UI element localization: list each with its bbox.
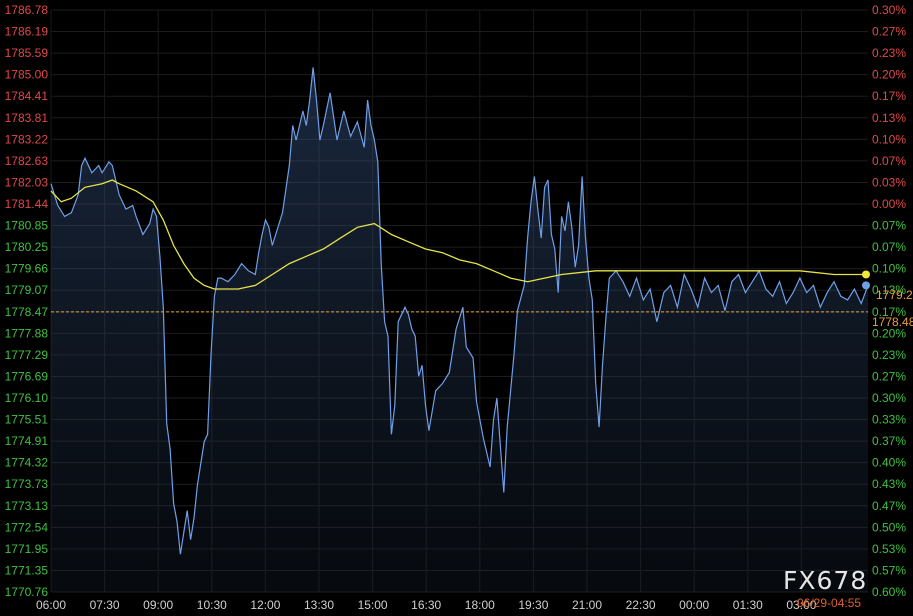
y-tick-label-right: 0.17%: [872, 89, 906, 103]
y-tick-label-left: 1777.29: [5, 348, 49, 362]
x-tick-label: 00:00: [679, 598, 709, 612]
y-tick-label-right: 0.07%: [872, 154, 906, 168]
y-tick-label-right: 0.23%: [872, 46, 906, 60]
y-tick-label-right: 0.13%: [872, 111, 906, 125]
y-tick-label-left: 1772.54: [5, 520, 49, 534]
y-tick-label-right: 0.10%: [872, 262, 906, 276]
last-price-label: 1779.2: [876, 288, 913, 302]
y-tick-label-left: 1771.35: [5, 563, 49, 577]
y-tick-label-left: 1773.73: [5, 477, 49, 491]
watermark-logo: FX678: [783, 566, 867, 595]
y-tick-label-left: 1771.95: [5, 542, 49, 556]
y-tick-label-left: 1783.81: [5, 111, 49, 125]
y-tick-label-left: 1781.44: [5, 197, 49, 211]
y-tick-label-right: 0.00%: [872, 197, 906, 211]
y-tick-label-right: 0.30%: [872, 3, 906, 17]
y-tick-label-right: 0.30%: [872, 391, 906, 405]
y-tick-label-right: 0.23%: [872, 348, 906, 362]
x-tick-label: 09:00: [143, 598, 173, 612]
y-tick-label-right: 0.60%: [872, 585, 906, 599]
y-tick-label-right: 0.03%: [872, 175, 906, 189]
x-tick-label: 13:30: [304, 598, 334, 612]
y-tick-label-left: 1780.25: [5, 240, 49, 254]
y-tick-label-left: 1785.00: [5, 68, 49, 82]
y-tick-label-right: 0.10%: [872, 132, 906, 146]
y-tick-label-right: 0.33%: [872, 413, 906, 427]
y-tick-label-right: 0.47%: [872, 499, 906, 513]
y-tick-label-left: 1786.19: [5, 25, 49, 39]
y-tick-label-right: 0.07%: [872, 219, 906, 233]
x-tick-label: 01:30: [733, 598, 763, 612]
y-tick-label-left: 1774.91: [5, 434, 49, 448]
x-tick-label: 06:00: [36, 598, 66, 612]
y-tick-label-left: 1780.85: [5, 219, 49, 233]
x-tick-label: 21:00: [572, 598, 602, 612]
price-last-marker: [862, 281, 870, 290]
x-axis: 06:00 07:30 09:00 10:30 12:00 13:30 15:00 16:30…: [36, 598, 817, 612]
average-last-marker: [862, 270, 870, 279]
y-tick-label-right: 0.53%: [872, 542, 906, 556]
x-tick-label: 18:00: [465, 598, 495, 612]
y-tick-label-left: 1777.88: [5, 326, 49, 340]
y-tick-label-right: 0.20%: [872, 68, 906, 82]
y-tick-label-right: 0.40%: [872, 456, 906, 470]
x-tick-label: 15:00: [358, 598, 388, 612]
x-tick-label: 07:30: [90, 598, 120, 612]
y-tick-label-left: 1776.69: [5, 369, 49, 383]
x-tick-label: 19:30: [518, 598, 548, 612]
y-tick-label-left: 1782.63: [5, 154, 49, 168]
y-tick-label-left: 1778.47: [5, 305, 49, 319]
x-tick-label: 12:00: [250, 598, 280, 612]
x-tick-label: 10:30: [197, 598, 227, 612]
y-tick-label-left: 1773.13: [5, 499, 49, 513]
y-tick-label-left: 1775.51: [5, 413, 49, 427]
price-chart: 1786.78 1786.19 1785.59 1785.00 1784.41 1783.…: [0, 0, 913, 616]
y-tick-label-left: 1770.76: [5, 585, 49, 599]
y-tick-label-left: 1782.03: [5, 175, 49, 189]
y-tick-label-right: 0.07%: [872, 240, 906, 254]
y-tick-label-right: 0.37%: [872, 434, 906, 448]
y-tick-label-right: 0.57%: [872, 563, 906, 577]
y-tick-label-left: 1783.22: [5, 132, 49, 146]
y-tick-label-left: 1774.32: [5, 456, 49, 470]
y-tick-label-right: 0.27%: [872, 369, 906, 383]
y-tick-label-right: 0.50%: [872, 520, 906, 534]
y-tick-label-left: 1779.07: [5, 283, 49, 297]
y-tick-label-left: 1785.59: [5, 46, 49, 60]
y-tick-label-left: 1784.41: [5, 89, 49, 103]
x-tick-label: 16:30: [411, 598, 441, 612]
y-tick-label-left: 1786.78: [5, 3, 49, 17]
y-tick-label-right: 0.43%: [872, 477, 906, 491]
y-tick-label-left: 1776.10: [5, 391, 49, 405]
timestamp: 06/29-04:55: [797, 596, 861, 610]
reference-price-label: 1778.48: [872, 315, 913, 329]
y-tick-label-right: 0.27%: [872, 25, 906, 39]
x-tick-label: 22:30: [626, 598, 656, 612]
y-tick-label-left: 1779.66: [5, 262, 49, 276]
